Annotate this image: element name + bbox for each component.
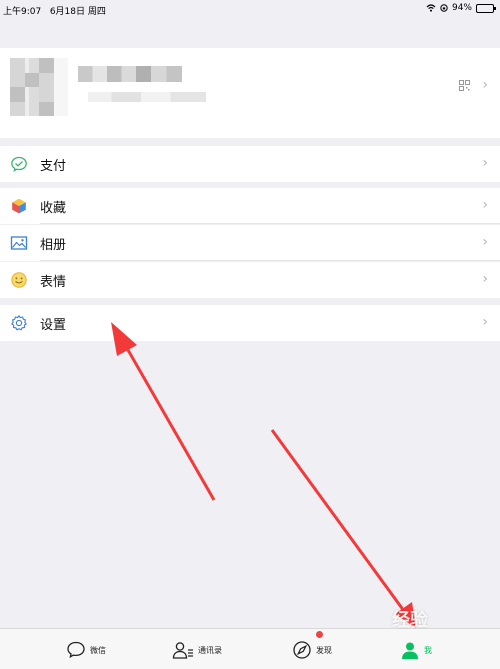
tab-label: 发现 <box>316 645 332 655</box>
annotation-arrows <box>111 322 416 628</box>
tab-me[interactable]: 我 <box>400 639 432 661</box>
tab-label: 微信 <box>90 645 106 655</box>
watermark: 经验 <box>392 610 428 631</box>
tab-contacts[interactable]: 通讯录 <box>172 639 222 661</box>
contacts-person-icon <box>172 642 193 659</box>
tab-chats[interactable]: 微信 <box>66 639 106 661</box>
chat-bubble-icon <box>67 641 85 659</box>
tab-discover[interactable]: 发现 <box>292 639 332 661</box>
bottom-tab-bar: 微信 通讯录 发现 我 <box>0 628 500 669</box>
tab-label: 我 <box>424 645 432 655</box>
compass-icon <box>293 641 311 659</box>
me-person-icon <box>402 642 418 659</box>
discover-badge-dot <box>316 631 323 638</box>
tab-label: 通讯录 <box>198 645 222 655</box>
annotation-arrow-me-tab <box>270 429 416 628</box>
annotation-arrow-settings <box>111 322 216 501</box>
